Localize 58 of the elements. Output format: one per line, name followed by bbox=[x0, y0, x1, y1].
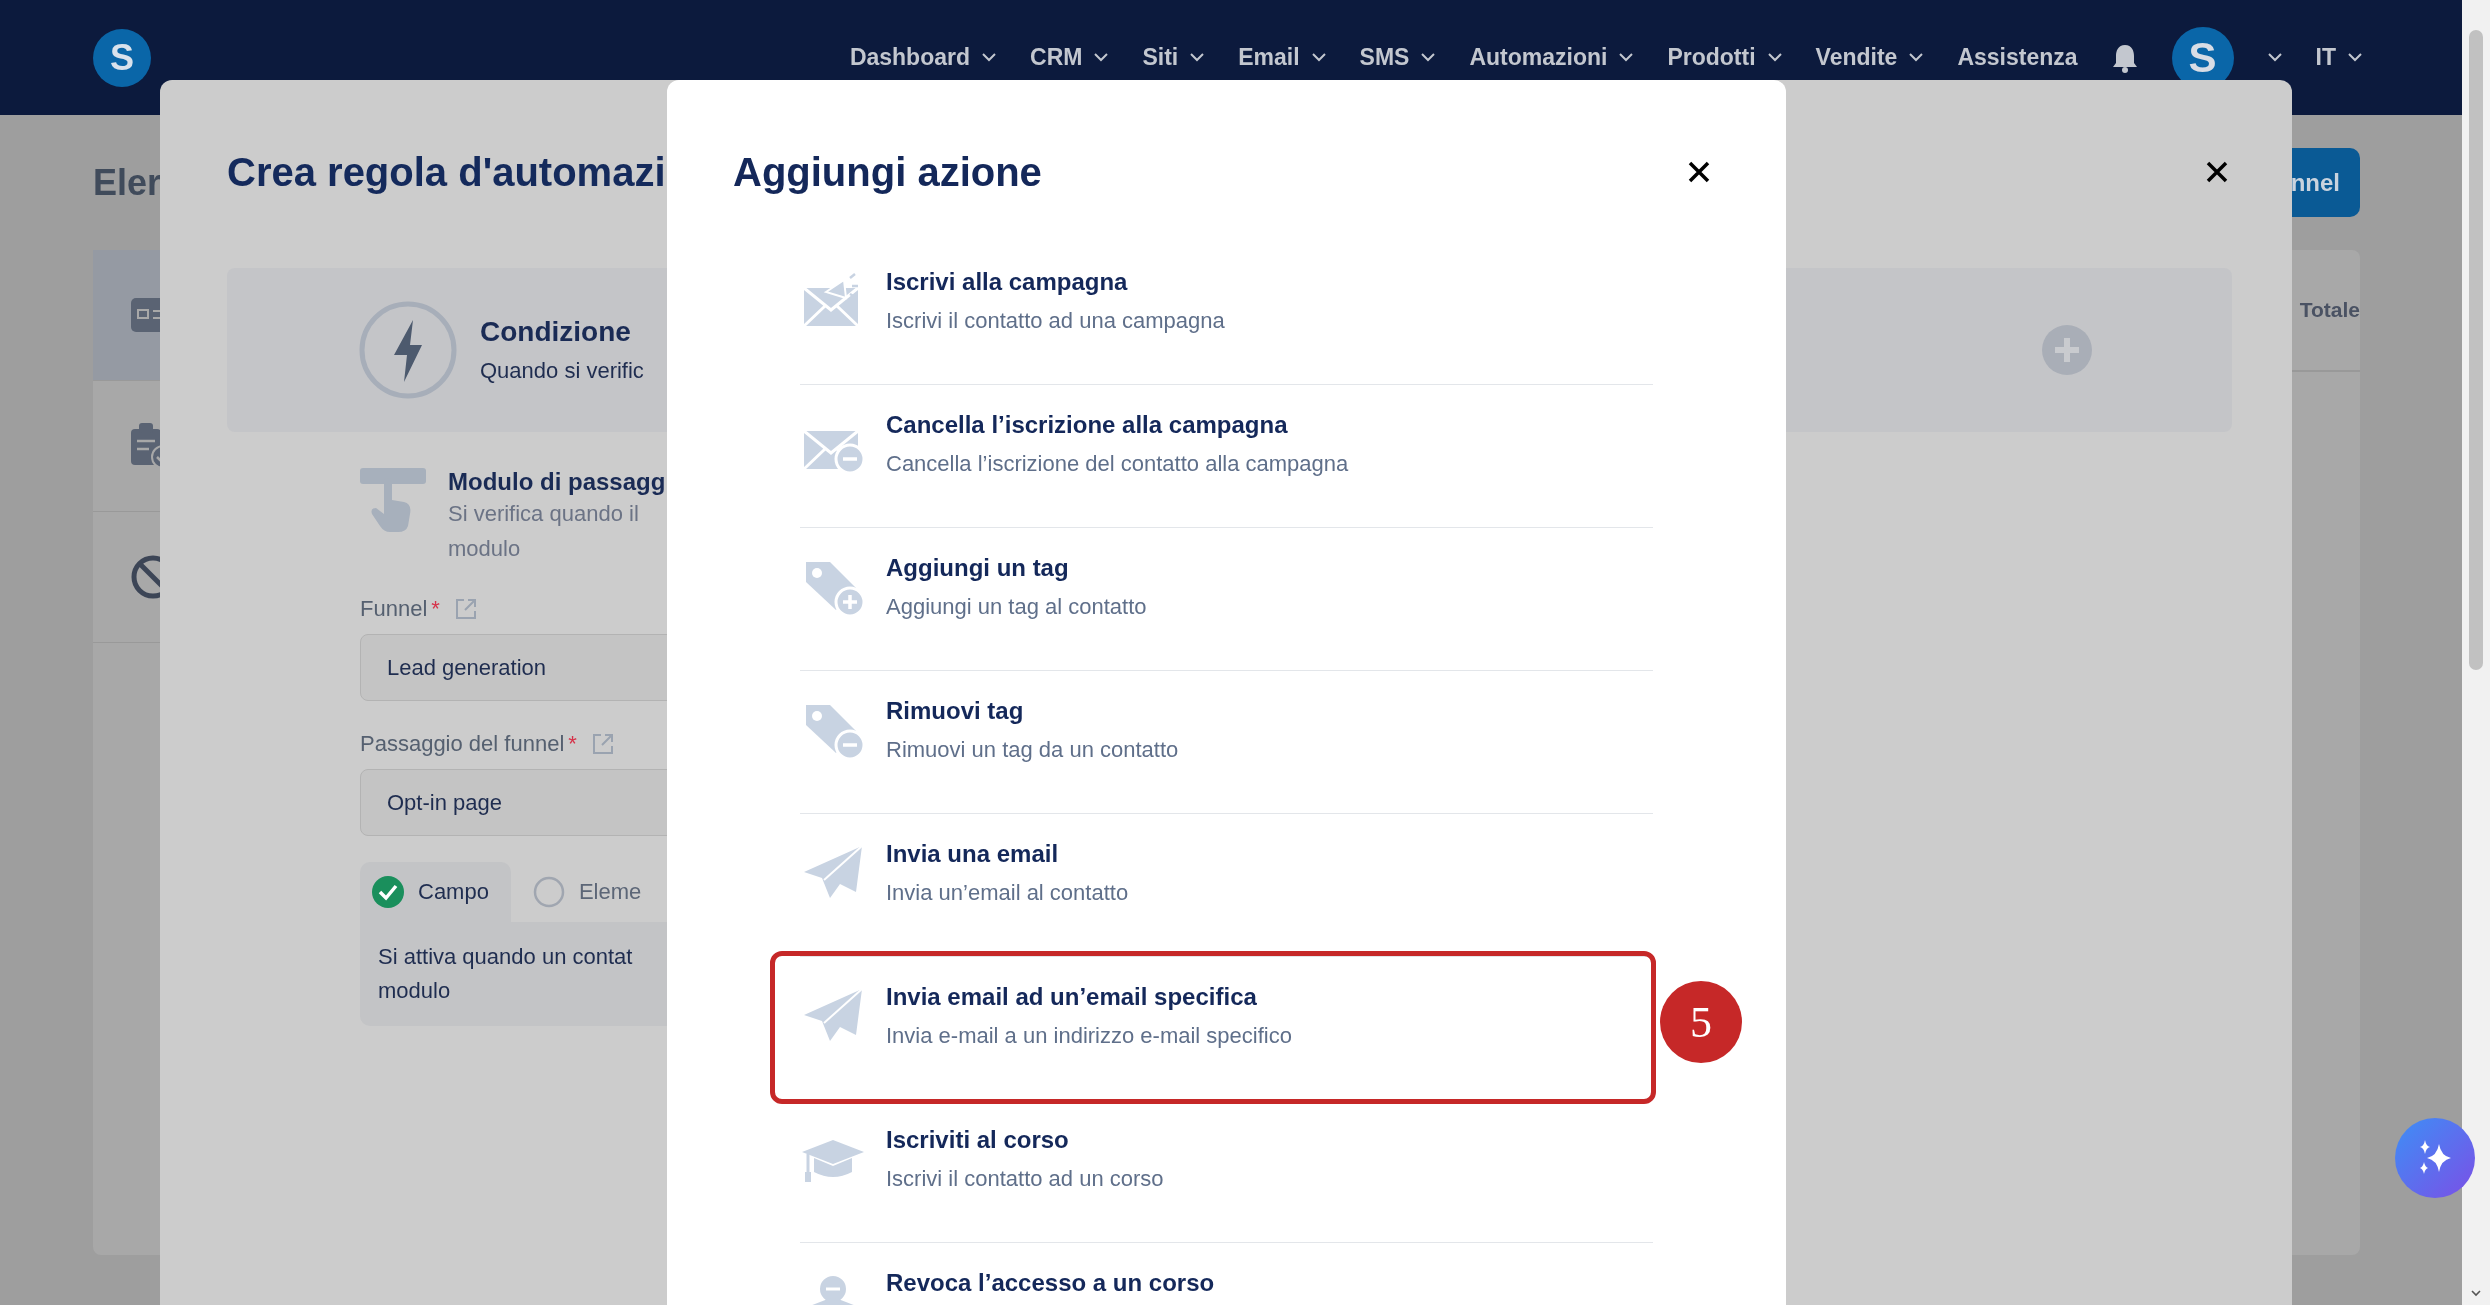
option-tab[interactable]: Eleme bbox=[520, 862, 664, 922]
page-title: Eler bbox=[93, 161, 162, 204]
action-title: Invia una email bbox=[886, 840, 1060, 868]
bell-icon[interactable] bbox=[2111, 42, 2138, 73]
action-description: Cancella l’iscrizione del contatto alla campagna bbox=[886, 451, 1349, 477]
action-title: Rimuovi tag bbox=[886, 697, 1025, 725]
field-label: Passaggio del funnel bbox=[360, 731, 565, 757]
scrollbar-thumb[interactable] bbox=[2469, 30, 2483, 670]
condition-subtitle: Quando si verific bbox=[480, 358, 644, 384]
option-tab[interactable]: Campo bbox=[360, 862, 511, 922]
required-mark: * bbox=[431, 596, 440, 622]
action-description: Rimuovi un tag da un contatto bbox=[886, 737, 1179, 763]
nav-menu-item[interactable]: CRM bbox=[1030, 44, 1109, 71]
nav-menu-item[interactable]: Assistenza bbox=[1957, 44, 2078, 71]
check-circle-icon bbox=[372, 876, 404, 908]
nav-menu-item[interactable]: Prodotti bbox=[1667, 44, 1782, 71]
action-description: Invia e-mail a un indirizzo e-mail specifico bbox=[886, 1023, 1292, 1049]
hand-pointer-icon bbox=[360, 468, 426, 534]
nav-menu-item[interactable]: Automazioni bbox=[1469, 44, 1634, 71]
field-label: Funnel bbox=[360, 596, 428, 622]
caret-icon bbox=[2348, 53, 2362, 62]
action-item[interactable]: Iscriviti al corso Iscrivi il contatto ad un corso bbox=[800, 1100, 1653, 1243]
action-item[interactable]: Revoca l’accesso a un corso bbox=[800, 1243, 1653, 1305]
action-item[interactable]: Aggiungi un tag Aggiungi un tag al contatto bbox=[800, 528, 1653, 671]
caret-icon bbox=[2267, 53, 2282, 62]
action-description: Iscrivi il contatto ad un corso bbox=[886, 1166, 1164, 1192]
action-title: Invia email ad un’email specifica bbox=[886, 983, 1258, 1011]
condition-title: Condizione bbox=[480, 316, 632, 348]
trigger-description: Si verifica quando il bbox=[448, 500, 640, 528]
action-title: Cancella l’iscrizione alla campagna bbox=[886, 411, 1289, 439]
step-badge: 5 bbox=[1660, 981, 1742, 1063]
nav-menu-item[interactable]: Dashboard bbox=[849, 44, 996, 71]
lightning-icon bbox=[358, 300, 458, 400]
action-title: Iscrivi alla campagna bbox=[886, 268, 1129, 296]
required-mark: * bbox=[568, 731, 577, 757]
language-selector[interactable]: IT bbox=[2315, 44, 2362, 71]
action-item[interactable]: Iscrivi alla campagna Iscrivi il contatto ad una campagna bbox=[800, 242, 1653, 385]
nav-menu-item[interactable]: SMS bbox=[1359, 44, 1436, 71]
action-title: Revoca l’accesso a un corso bbox=[886, 1269, 1215, 1297]
action-description: Aggiungi un tag al contatto bbox=[886, 594, 1147, 620]
modal-title: Aggiungi azione bbox=[733, 149, 1042, 195]
nav-menu-item[interactable]: Email bbox=[1238, 44, 1326, 71]
column-header: Totale bbox=[2299, 298, 2360, 322]
trigger-description: modulo bbox=[448, 535, 522, 563]
action-title: Iscriviti al corso bbox=[886, 1126, 1070, 1154]
scrollbar[interactable] bbox=[2462, 0, 2490, 1305]
nav-menu-item[interactable]: Siti bbox=[1142, 44, 1205, 71]
action-item[interactable]: Rimuovi tag Rimuovi un tag da un contatto bbox=[800, 671, 1653, 814]
action-description: Invia un’email al contatto bbox=[886, 880, 1129, 906]
caret-icon[interactable] bbox=[2471, 1290, 2481, 1297]
radio-icon bbox=[532, 876, 565, 908]
action-description: Iscrivi il contatto ad una campagna bbox=[886, 308, 1225, 334]
action-item[interactable]: Cancella l’iscrizione alla campagna Cancella l’iscrizione del contatto alla campagna bbox=[800, 385, 1653, 528]
modal-title: Crea regola d'automazi bbox=[227, 149, 666, 195]
nav-menu-item[interactable]: Vendite bbox=[1815, 44, 1924, 71]
trigger-title: Modulo di passagg bbox=[448, 468, 666, 496]
logo[interactable]: S bbox=[93, 28, 151, 87]
action-title: Aggiungi un tag bbox=[886, 554, 1070, 582]
